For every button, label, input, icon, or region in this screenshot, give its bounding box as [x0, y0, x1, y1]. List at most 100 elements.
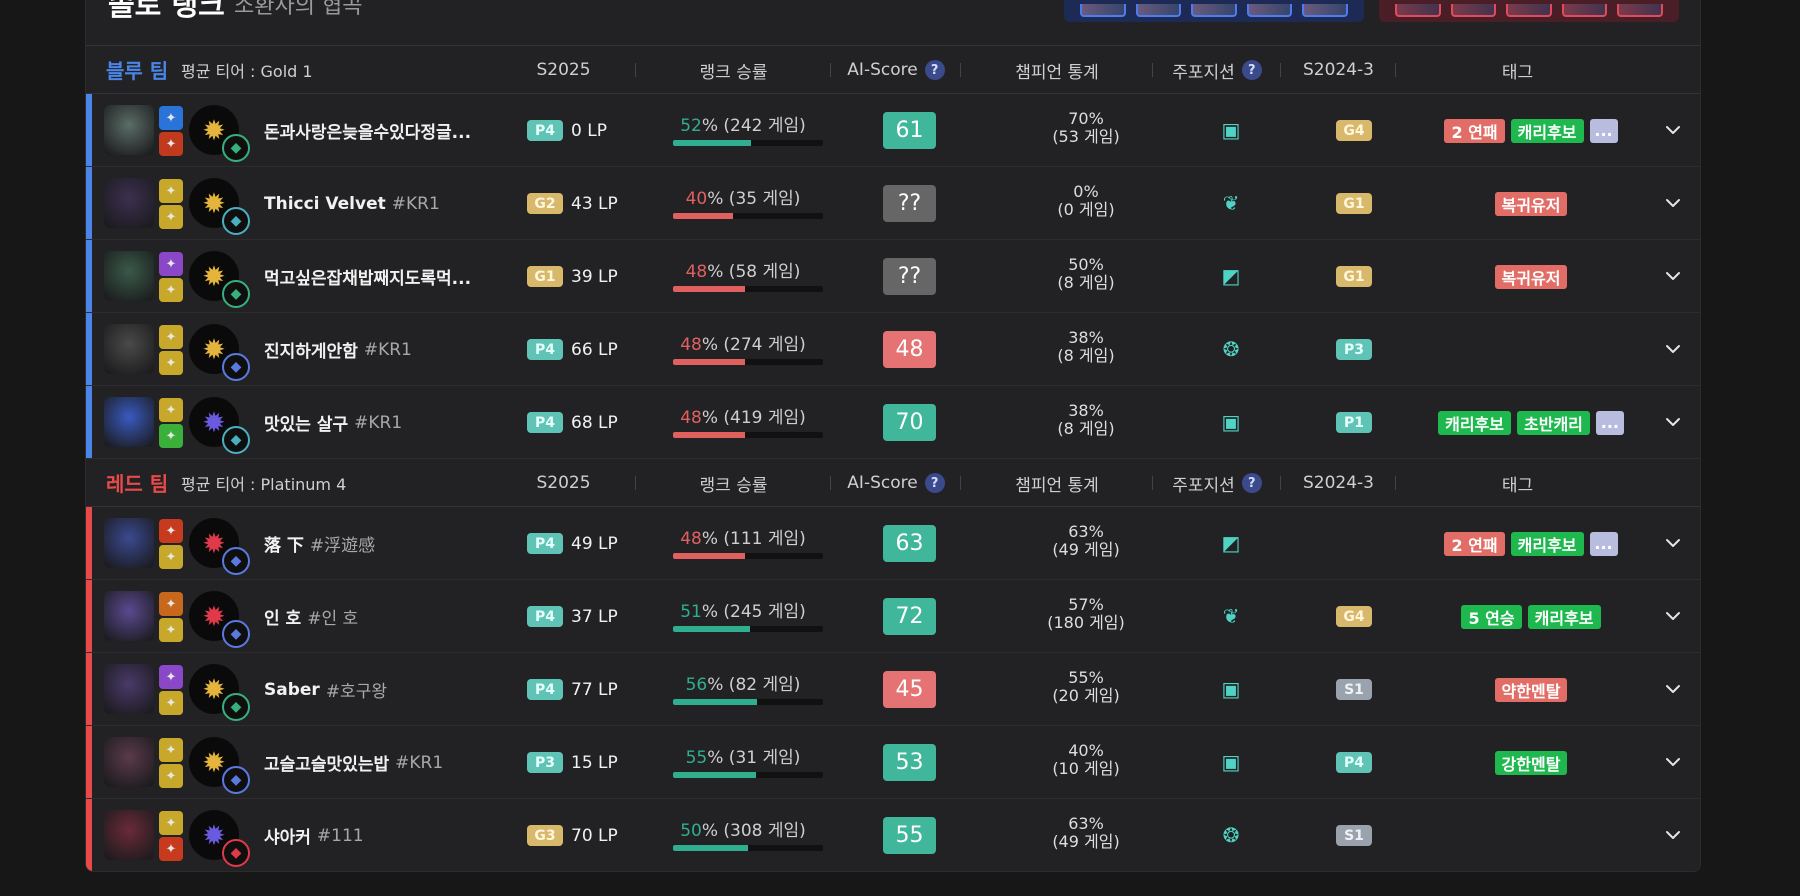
champion-winrate: 38% — [1068, 401, 1104, 420]
help-icon[interactable]: ? — [924, 473, 945, 493]
tier-badge: P4 — [527, 412, 563, 433]
player-name[interactable]: 落 下 #浮遊感 — [264, 507, 375, 580]
champion-portrait[interactable] — [104, 591, 154, 641]
champion-thumb[interactable] — [1617, 4, 1663, 17]
chevron-down-icon[interactable] — [1661, 677, 1685, 701]
champion-portrait[interactable] — [104, 105, 154, 155]
tier-badge: G3 — [527, 825, 563, 846]
champion-winrate: 38% — [1068, 328, 1104, 347]
tag-list: 캐리후보 초반캐리... — [1386, 386, 1676, 459]
more-tags-button[interactable]: ... — [1595, 410, 1624, 435]
team-stripe — [86, 507, 92, 579]
chevron-down-icon[interactable] — [1661, 264, 1685, 288]
column-header-label: 주포지션 — [1172, 475, 1235, 496]
player-name[interactable]: 돈과사랑은늦을수있다정글... — [264, 94, 476, 167]
champion-thumb[interactable] — [1302, 4, 1348, 17]
champion-thumb[interactable] — [1506, 4, 1552, 17]
tag-list: 2 연패 캐리후보... — [1386, 94, 1676, 167]
player-row[interactable]: ✦ ✦ ✹ ◆ 落 下 #浮遊感 P4 49 LP 48% (111 게임) 63 63% (49 게… — [86, 507, 1700, 580]
champion-thumb[interactable] — [1080, 4, 1126, 17]
help-icon[interactable]: ? — [924, 60, 945, 80]
champion-portrait[interactable] — [104, 810, 154, 860]
player-name[interactable]: 샤아커 #111 — [264, 799, 364, 871]
chevron-down-icon[interactable] — [1661, 823, 1685, 847]
summoner-spell-icon: ✦ — [159, 519, 183, 543]
player-row[interactable]: ✦ ✦ ✹ ◆ 고슬고슬맛있는밥 #KR1 P3 15 LP 55% (31 게임) 53 40%(… — [86, 726, 1700, 799]
column-header-prev-season: S2024-3 — [1281, 46, 1396, 94]
chevron-down-icon[interactable] — [1661, 191, 1685, 215]
summoner-spell-icon: ✦ — [159, 351, 183, 375]
champion-portrait[interactable] — [104, 664, 154, 714]
player-name[interactable]: 먹고싶은잡채밥째지도록먹... — [264, 240, 476, 313]
help-icon[interactable]: ? — [1241, 60, 1262, 80]
player-row[interactable]: ✦ ✦ ✹ ◆ 샤아커 #111 G3 70 LP 50% (308 게임) 55 63% (49 게… — [86, 799, 1700, 871]
champion-portrait[interactable] — [104, 251, 154, 301]
winrate-bar-fill — [673, 432, 745, 438]
champion-thumb[interactable] — [1191, 4, 1237, 17]
champion-thumb[interactable] — [1561, 4, 1608, 17]
champion-thumb[interactable] — [1246, 4, 1293, 17]
winrate-games: % (419 게임) — [701, 408, 806, 428]
champion-portrait[interactable] — [104, 737, 154, 787]
column-header-label: 태그 — [1501, 475, 1534, 496]
column-header-label: 챔피언 통계 — [1015, 475, 1099, 496]
chevron-down-icon[interactable] — [1661, 750, 1685, 774]
chevron-down-icon[interactable] — [1661, 410, 1685, 434]
chevron-down-icon[interactable] — [1661, 118, 1685, 142]
winrate-percent: 55 — [685, 748, 708, 768]
player-tag: 초반캐리 — [1517, 410, 1590, 435]
player-row[interactable]: ✦ ✦ ✹ ◆ Thicci Velvet #KR1 G2 43 LP 40% (35 게임)?… — [86, 167, 1700, 240]
champion-portrait[interactable] — [104, 397, 154, 447]
player-name[interactable]: 맛있는 살구 #KR1 — [264, 386, 402, 459]
team-stripe — [86, 313, 92, 385]
summoner-spell-icon: ✦ — [159, 837, 183, 861]
more-tags-button[interactable]: ... — [1589, 118, 1618, 143]
summoner-spell-icon: ✦ — [159, 618, 183, 642]
champion-stats: 38% (8 게임) — [1026, 402, 1146, 438]
champion-portrait[interactable] — [104, 518, 154, 568]
red-champion-bar — [1379, 0, 1679, 22]
player-row[interactable]: ✦ ✦ ✹ ◆ 진지하게안함 #KR1 P4 66 LP 48% (274 게임) 48 38% (8… — [86, 313, 1700, 386]
summoner-spell-icon: ✦ — [159, 205, 183, 229]
winrate-percent: 52 — [680, 116, 702, 136]
champion-thumb[interactable] — [1395, 4, 1441, 17]
column-header-label: 랭크 승률 — [699, 475, 768, 496]
previous-tier-badge: S1 — [1336, 825, 1372, 846]
match-panel: 솔로 랭크 소환사의 협곡 블루 팀 평균 티어 : Gold 1 S2025 랭크 … — [85, 0, 1701, 872]
more-tags-button[interactable]: ... — [1589, 531, 1618, 556]
player-row[interactable]: ✦ ✦ ✹ ◆ 인 호 #인 호 P4 37 LP 51% (245 게임) 72 57% (180 … — [86, 580, 1700, 653]
riot-tag: #浮遊感 — [309, 536, 376, 556]
column-header-winrate: 랭크 승률 — [636, 46, 831, 94]
champion-thumb[interactable] — [1450, 4, 1497, 17]
blue_team-header: 블루 팀 평균 티어 : Gold 1 S2025 랭크 승률 AI-Score? 챔피언… — [86, 46, 1700, 94]
chevron-down-icon[interactable] — [1661, 531, 1685, 555]
player-name[interactable]: 고슬고슬맛있는밥 #KR1 — [264, 726, 443, 799]
champion-winrate: 40% — [1068, 741, 1104, 760]
champion-games: (49 게임) — [1052, 832, 1120, 851]
summoner-spell-icon: ✦ — [159, 811, 183, 835]
champion-portrait[interactable] — [104, 178, 154, 228]
winrate-text: 50% (308 게임) — [673, 816, 813, 841]
team-average-tier: 평균 티어 : Platinum 4 — [181, 474, 347, 494]
riot-tag: #KR1 — [395, 752, 444, 773]
champion-thumb[interactable] — [1135, 4, 1182, 17]
top-bar: 솔로 랭크 소환사의 협곡 — [86, 0, 1700, 46]
player-name[interactable]: 인 호 #인 호 — [264, 580, 358, 653]
help-icon[interactable]: ? — [1241, 473, 1262, 493]
secondary-rune-icon: ◆ — [222, 766, 250, 794]
chevron-down-icon[interactable] — [1661, 604, 1685, 628]
player-row[interactable]: ✦ ✦ ✹ ◆ 먹고싶은잡채밥째지도록먹... G1 39 LP 48% (58 게임)?? 5… — [86, 240, 1700, 313]
summoner-name: 샤아커 — [264, 828, 311, 848]
player-name[interactable]: Thicci Velvet #KR1 — [264, 167, 440, 240]
player-name[interactable]: Saber #호구왕 — [264, 653, 387, 726]
player-row[interactable]: ✦ ✦ ✹ ◆ 돈과사랑은늦을수있다정글... P4 0 LP 52% (242 게임) 61 7… — [86, 94, 1700, 167]
summoner-spell-icon: ✦ — [159, 398, 183, 422]
summoner-name: 진지하게안함 — [264, 342, 358, 362]
page-subtitle: 소환사의 협곡 — [234, 0, 363, 19]
chevron-down-icon[interactable] — [1661, 337, 1685, 361]
player-name[interactable]: 진지하게안함 #KR1 — [264, 313, 412, 386]
player-row[interactable]: ✦ ✦ ✹ ◆ 맛있는 살구 #KR1 P4 68 LP 48% (419 게임) 70 38% (8… — [86, 386, 1700, 459]
summoner-spell-icon: ✦ — [159, 592, 183, 616]
champion-portrait[interactable] — [104, 324, 154, 374]
player-row[interactable]: ✦ ✦ ✹ ◆ Saber #호구왕 P4 77 LP 56% (82 게임) 45 55% (20 … — [86, 653, 1700, 726]
